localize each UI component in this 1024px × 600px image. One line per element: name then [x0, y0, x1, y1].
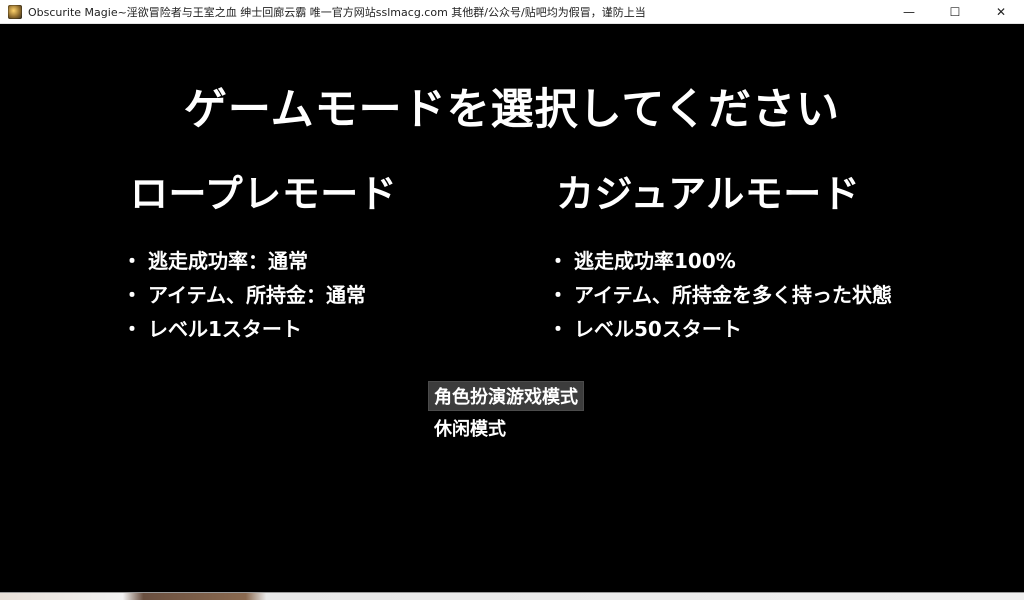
roleplay-mode-details: 逃走成功率：通常 アイテム、所持金：通常 レベル1スタート [122, 244, 550, 346]
roleplay-detail-start-level: レベル1スタート [122, 312, 550, 346]
maximize-button[interactable]: ☐ [932, 0, 978, 24]
roleplay-mode-panel: ロープレモード 逃走成功率：通常 アイテム、所持金：通常 レベル1スタート [122, 163, 550, 346]
choice-roleplay-mode[interactable]: 角色扮演游戏模式 [428, 381, 584, 411]
minimize-button[interactable]: — [886, 0, 932, 24]
roleplay-mode-title: ロープレモード [130, 172, 398, 216]
close-button[interactable]: ✕ [978, 0, 1024, 24]
background-taskbar-strip [0, 592, 1024, 600]
choice-casual-mode[interactable]: 休闲模式 [428, 413, 512, 443]
mode-choice-menu: 角色扮演游戏模式 休闲模式 [428, 381, 584, 443]
game-window: Obscurite Magie~淫欲冒险者与王室之血 绅士回廊云霸 唯一官方网站… [0, 0, 1024, 592]
maximize-icon: ☐ [949, 5, 961, 19]
casual-detail-start-level: レベル50スタート [548, 312, 976, 346]
casual-mode-title: カジュアルモード [556, 172, 861, 216]
casual-detail-items-money: アイテム、所持金を多く持った状態 [548, 278, 976, 312]
game-mode-heading: ゲームモードを選択してください [183, 85, 841, 135]
casual-detail-escape-rate: 逃走成功率100% [548, 244, 976, 278]
minimize-icon: — [903, 5, 915, 19]
game-app-icon [8, 4, 22, 19]
window-controls: — ☐ ✕ [886, 0, 1024, 24]
title-bar[interactable]: Obscurite Magie~淫欲冒险者与王室之血 绅士回廊云霸 唯一官方网站… [0, 0, 1024, 24]
roleplay-detail-items-money: アイテム、所持金：通常 [122, 278, 550, 312]
roleplay-detail-escape-rate: 逃走成功率：通常 [122, 244, 550, 278]
casual-mode-panel: カジュアルモード 逃走成功率100% アイテム、所持金を多く持った状態 レベル5… [548, 163, 976, 346]
window-title: Obscurite Magie~淫欲冒险者与王室之血 绅士回廊云霸 唯一官方网站… [28, 5, 646, 19]
close-icon: ✕ [995, 5, 1007, 19]
game-screen[interactable]: ゲームモードを選択してください ロープレモード 逃走成功率：通常 アイテム、所持… [8, 25, 1016, 592]
casual-mode-details: 逃走成功率100% アイテム、所持金を多く持った状態 レベル50スタート [548, 244, 976, 346]
